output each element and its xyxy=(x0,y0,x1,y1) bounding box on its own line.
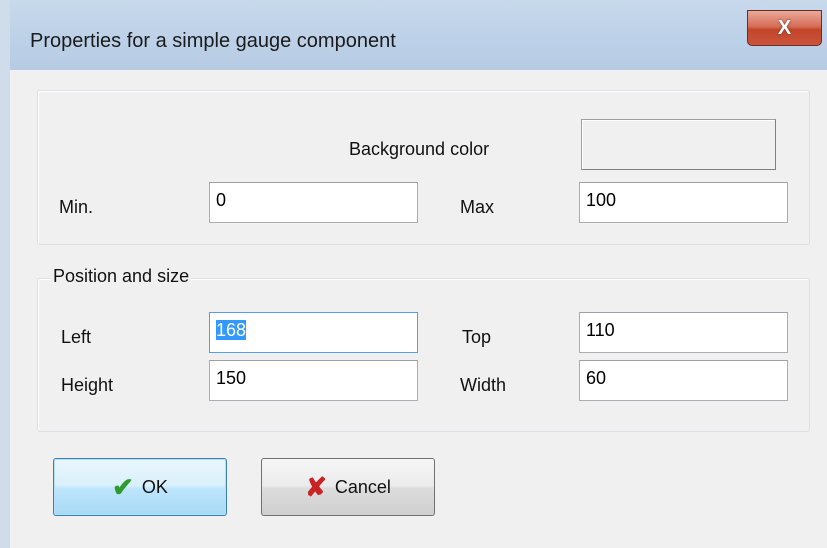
min-input-value: 0 xyxy=(216,190,227,210)
cancel-button-label: Cancel xyxy=(334,476,391,497)
left-input-value: 168 xyxy=(216,320,247,340)
left-input[interactable]: 168 xyxy=(209,312,418,353)
title-bar[interactable]: Properties for a simple gauge component … xyxy=(10,0,827,70)
width-input[interactable]: 60 xyxy=(579,360,788,401)
cancel-button[interactable]: ✘ Cancel xyxy=(261,458,435,516)
dialog-body: Background color Min. 0 Max 100 Position… xyxy=(10,70,827,548)
close-button[interactable]: X xyxy=(747,10,822,46)
close-icon: X xyxy=(777,17,792,39)
ok-button-label: OK xyxy=(141,476,168,497)
width-label: Width xyxy=(460,375,507,395)
height-label: Height xyxy=(61,375,114,395)
width-input-value: 60 xyxy=(586,368,607,388)
height-input[interactable]: 150 xyxy=(209,360,418,401)
min-label: Min. xyxy=(59,197,94,217)
window-title: Properties for a simple gauge component xyxy=(30,30,396,52)
position-size-group xyxy=(37,278,810,432)
check-icon: ✔ xyxy=(112,472,134,502)
background-color-label: Background color xyxy=(349,139,490,159)
max-input[interactable]: 100 xyxy=(579,182,788,223)
top-input[interactable]: 110 xyxy=(579,312,788,353)
dialog-window: Properties for a simple gauge component … xyxy=(0,0,827,548)
max-input-value: 100 xyxy=(586,190,617,210)
background-color-button[interactable] xyxy=(581,119,776,170)
position-size-group-label: Position and size xyxy=(51,264,192,288)
top-label: Top xyxy=(462,327,492,347)
min-input[interactable]: 0 xyxy=(209,182,418,223)
cross-icon: ✘ xyxy=(305,472,327,502)
left-label: Left xyxy=(61,327,92,347)
ok-button[interactable]: ✔ OK xyxy=(53,458,227,516)
max-label: Max xyxy=(460,197,495,217)
top-input-value: 110 xyxy=(586,320,615,340)
height-input-value: 150 xyxy=(216,368,247,388)
window-border xyxy=(0,0,10,548)
